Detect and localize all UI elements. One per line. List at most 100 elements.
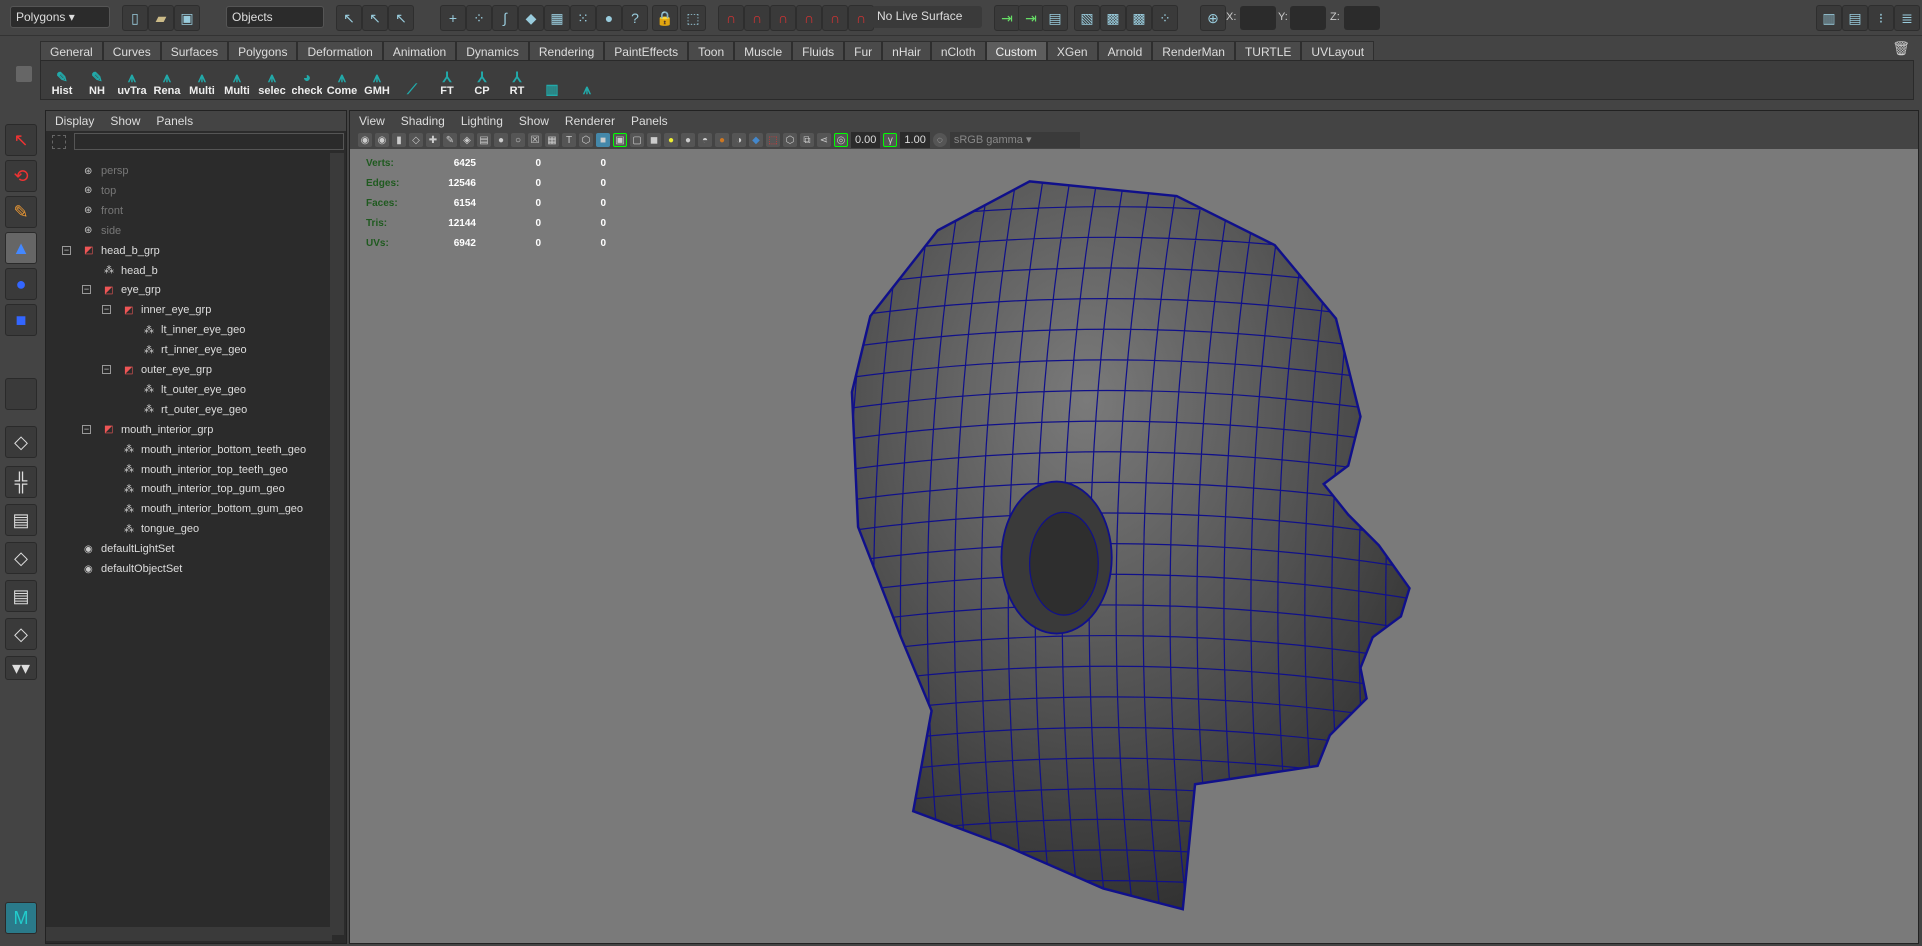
input-ops-icon[interactable]: ⇥	[994, 5, 1020, 31]
wireframe-on-shaded-icon[interactable]: ▣	[613, 133, 627, 147]
xray-joints-icon[interactable]: ⧉	[800, 133, 814, 147]
film-gate-icon[interactable]: ▤	[477, 133, 491, 147]
selection-mode-dropdown[interactable]: Objects	[226, 6, 324, 28]
shelf-tab-ncloth[interactable]: nCloth	[930, 41, 986, 60]
snap-view-plane-icon[interactable]: ∩	[796, 5, 822, 31]
tool-settings-icon[interactable]: ⁝	[1868, 5, 1894, 31]
view-transform-dropdown[interactable]: sRGB gamma ▾	[949, 132, 1080, 148]
new-scene-icon[interactable]: ▯	[122, 5, 148, 31]
outliner-item[interactable]: ◩ mouth_interior_grp	[104, 420, 213, 440]
x-field[interactable]	[1240, 6, 1276, 30]
shelf-button[interactable]: ⟋	[397, 63, 427, 97]
camera-attributes-icon[interactable]: ◉	[375, 133, 389, 147]
shelf-tab-fluids[interactable]: Fluids	[792, 41, 845, 60]
smooth-shade-icon[interactable]: ■	[596, 133, 610, 147]
shelf-tab-dynamics[interactable]: Dynamics	[456, 41, 529, 60]
select-joint-icon[interactable]: ⁘	[466, 5, 492, 31]
shelf-menu-button[interactable]	[16, 66, 32, 82]
outliner-menu-display[interactable]: Display	[55, 114, 94, 128]
select-hierarchy-icon[interactable]: ↖	[336, 5, 362, 31]
viewport-menu-view[interactable]: View	[359, 114, 385, 128]
shelf-button[interactable]: ⅄ RT	[502, 63, 532, 97]
outliner-horizontal-scrollbar[interactable]	[46, 927, 332, 941]
highlight-selection-icon[interactable]: ⬚	[680, 5, 706, 31]
shelf-tab-uvlayout[interactable]: UVLayout	[1301, 41, 1375, 60]
live-surface-field[interactable]: No Live Surface	[872, 6, 982, 28]
ipr-render-icon[interactable]: ▩	[1126, 5, 1152, 31]
shelf-tab-renderman[interactable]: RenderMan	[1152, 41, 1235, 60]
safe-action-icon[interactable]: ▦	[545, 133, 559, 147]
y-field[interactable]	[1290, 6, 1326, 30]
outliner-item[interactable]: ◩ inner_eye_grp	[124, 300, 211, 320]
select-curve-icon[interactable]: ∫	[492, 5, 518, 31]
select-handle-icon[interactable]: +	[440, 5, 466, 31]
shelf-tab-surfaces[interactable]: Surfaces	[160, 41, 229, 60]
xray-icon[interactable]: ▢	[630, 133, 644, 147]
outliner-item[interactable]: ⁂ mouth_interior_bottom_gum_geo	[124, 499, 303, 519]
shelf-button[interactable]: ⩚ Rena	[152, 63, 182, 97]
shelf-tab-nhair[interactable]: nHair	[882, 41, 931, 60]
outliner-item[interactable]: ⁂ mouth_interior_bottom_teeth_geo	[124, 440, 306, 460]
select-render-icon[interactable]: ●	[596, 5, 622, 31]
menu-set-dropdown[interactable]: Polygons ▾	[10, 6, 110, 28]
depth-of-field-icon[interactable]: ◆	[749, 133, 763, 147]
lock-selection-icon[interactable]: 🔒	[652, 5, 678, 31]
collapse-toggle[interactable]: −	[82, 424, 91, 434]
outliner-item[interactable]: ⁂ tongue_geo	[124, 519, 199, 539]
2d-pan-zoom-icon[interactable]: ✚	[426, 133, 440, 147]
viewport-menu-shading[interactable]: Shading	[401, 114, 445, 128]
snap-curve-icon[interactable]: ∩	[744, 5, 770, 31]
construction-history-icon[interactable]: ▤	[1042, 5, 1068, 31]
shelf-button[interactable]: ⩚	[572, 63, 602, 97]
shelf-tab-turtle[interactable]: TURTLE	[1234, 41, 1302, 60]
select-surface-icon[interactable]: ◆	[518, 5, 544, 31]
shelf-tab-deformation[interactable]: Deformation	[297, 41, 383, 60]
filter-icon[interactable]	[52, 135, 66, 149]
make-live-icon[interactable]: ∩	[822, 5, 848, 31]
outliner-menu-panels[interactable]: Panels	[156, 114, 193, 128]
collapse-toggle[interactable]: −	[62, 245, 71, 255]
layout-more-icon[interactable]: ▾▾	[5, 656, 37, 680]
viewport-menu-show[interactable]: Show	[519, 114, 549, 128]
channel-box-icon[interactable]: ≣	[1894, 5, 1920, 31]
use-all-lights-icon[interactable]: ●	[664, 133, 678, 147]
hypershade-layout-icon[interactable]: ▤	[5, 580, 37, 612]
outliner-item[interactable]: ⊛ front	[84, 201, 123, 221]
shelf-tab-toon[interactable]: Toon	[688, 41, 735, 60]
outliner-item[interactable]: ⁂ head_b	[104, 261, 158, 281]
bookmarks-icon[interactable]: ▮	[392, 133, 406, 147]
shelf-tab-rendering[interactable]: Rendering	[528, 41, 605, 60]
field-chart-icon[interactable]: ☒	[528, 133, 542, 147]
snap-surface-icon[interactable]: ∩	[848, 5, 874, 31]
outliner-item[interactable]: ⊛ persp	[84, 161, 129, 181]
gate-mask-icon[interactable]: ○	[511, 133, 525, 147]
viewport-panel[interactable]: View Shading Lighting Show Renderer Panels ◉ …	[349, 110, 1919, 944]
outliner-item[interactable]: ⊛ side	[84, 221, 121, 241]
paint-select-tool-icon[interactable]: ✎	[5, 196, 37, 228]
four-view-layout-icon[interactable]: ╬	[5, 466, 37, 498]
shelf-tab-polygons[interactable]: Polygons	[228, 41, 298, 60]
outliner-item[interactable]: ◉ defaultLightSet	[84, 539, 174, 559]
shelf-tab-general[interactable]: General	[40, 41, 103, 60]
wireframe-icon[interactable]: ⬡	[579, 133, 593, 147]
shelf-tab-fur[interactable]: Fur	[844, 41, 883, 60]
safe-title-icon[interactable]: T	[562, 133, 576, 147]
render-current-icon[interactable]: ▩	[1100, 5, 1126, 31]
gamma-field[interactable]: 1.00	[900, 132, 930, 148]
resolution-gate-icon[interactable]: ●	[494, 133, 508, 147]
shelf-tab-animation[interactable]: Animation	[382, 41, 457, 60]
outliner-item[interactable]: ⁂ lt_inner_eye_geo	[144, 320, 245, 340]
collapse-toggle[interactable]: −	[82, 285, 91, 295]
attribute-editor-icon[interactable]: ▤	[1842, 5, 1868, 31]
select-dynamics-icon[interactable]: ⁙	[570, 5, 596, 31]
shelf-button[interactable]: ⩚ Come	[327, 63, 357, 97]
shelf-tab-curves[interactable]: Curves	[102, 41, 161, 60]
outliner-item[interactable]: ◩ head_b_grp	[84, 241, 160, 261]
lasso-tool-icon[interactable]: ⟲	[5, 160, 37, 192]
outliner-persp-layout-icon[interactable]: ▤	[5, 504, 37, 536]
isolate-select-icon[interactable]: ⬚	[766, 133, 780, 147]
collapse-toggle[interactable]: −	[102, 365, 111, 374]
outliner-search-input[interactable]	[74, 133, 344, 150]
shelf-tab-arnold[interactable]: Arnold	[1097, 41, 1153, 60]
color-management-toggle[interactable]: ◌	[932, 133, 947, 147]
